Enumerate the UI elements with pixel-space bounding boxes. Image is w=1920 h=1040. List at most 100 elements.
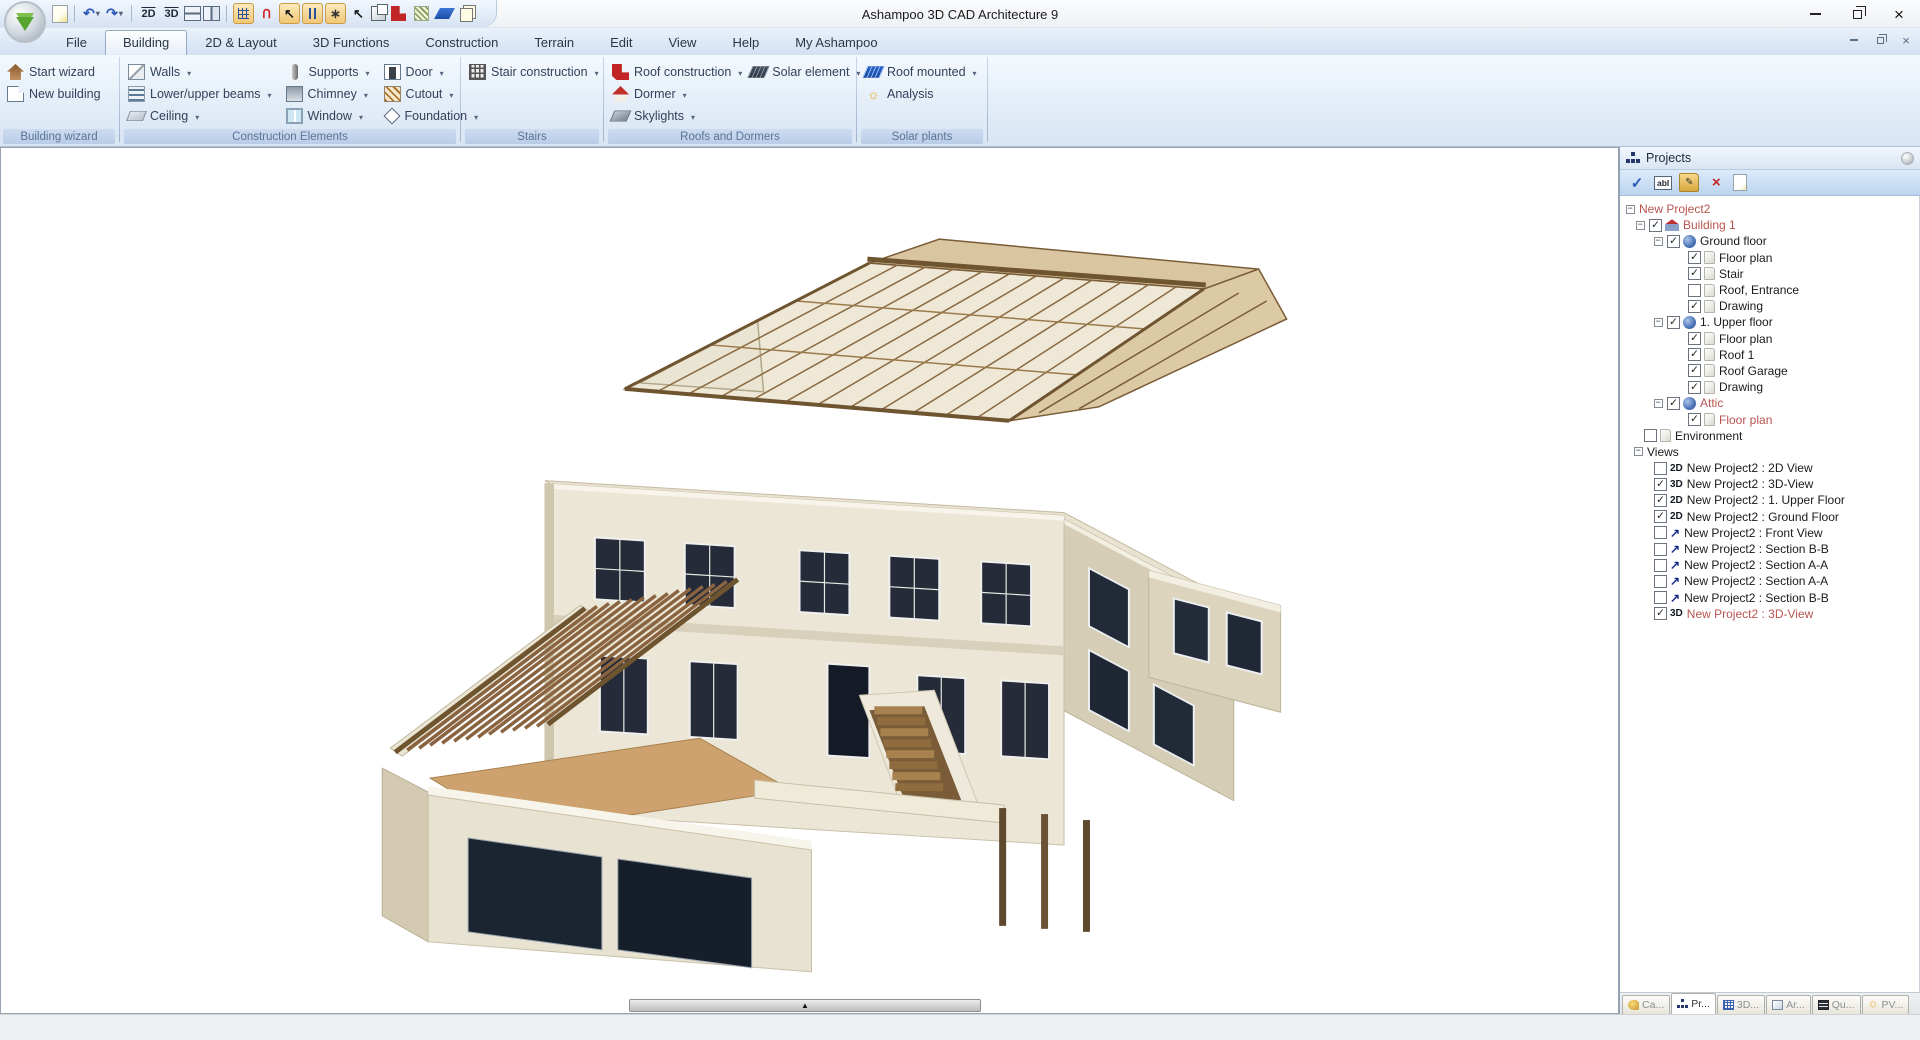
close-button[interactable]: ×	[1878, 0, 1920, 28]
hatch-icon[interactable]	[411, 3, 432, 24]
transfer-window-icon[interactable]	[371, 6, 386, 21]
guide-lines-icon[interactable]	[302, 3, 323, 24]
ceiling-button[interactable]: Ceiling	[125, 105, 275, 127]
tree-checkbox[interactable]	[1688, 364, 1701, 377]
chimney-button[interactable]: Chimney	[283, 83, 373, 105]
tab-file[interactable]: File	[48, 30, 105, 55]
tree-checkbox[interactable]	[1688, 251, 1701, 264]
3d-view-icon[interactable]: 3D	[161, 3, 182, 24]
tree-checkbox[interactable]	[1654, 462, 1667, 475]
application-menu-button[interactable]	[4, 1, 46, 43]
rename-icon[interactable]: abl	[1654, 176, 1672, 190]
window-button[interactable]: Window	[283, 105, 373, 127]
tree-checkbox[interactable]	[1654, 575, 1667, 588]
skylights-button[interactable]: Skylights	[609, 105, 745, 127]
tree-expander-icon[interactable]	[1654, 318, 1663, 327]
snap-points-icon[interactable]: ∗	[325, 3, 346, 24]
tab-help[interactable]: Help	[714, 30, 777, 55]
redo-icon[interactable]: ↷	[104, 3, 125, 24]
roof-blue-icon[interactable]	[434, 3, 455, 24]
confirm-icon[interactable]: ✓	[1627, 173, 1647, 192]
toolbar-separator[interactable]	[226, 5, 227, 22]
tree-expander-icon[interactable]	[1636, 221, 1645, 230]
tree-item[interactable]: Roof Garage	[1688, 363, 1919, 379]
edit-project-icon[interactable]: ✎	[1679, 173, 1699, 192]
child-minimize-button[interactable]	[1846, 33, 1862, 47]
tree-item[interactable]: Environment	[1644, 428, 1919, 444]
tab-my-ashampoo[interactable]: My Ashampoo	[777, 30, 895, 55]
panel-tab-catalog[interactable]: Ca...	[1622, 995, 1670, 1014]
restore-button[interactable]	[1836, 0, 1878, 28]
tree-item[interactable]: ↗ New Project2 : Section B-B	[1654, 590, 1919, 606]
panel-tab-3d[interactable]: 3D...	[1717, 995, 1765, 1014]
start-wizard-button[interactable]: Start wizard	[4, 61, 114, 83]
stair-construction-button[interactable]: Stair construction	[466, 61, 602, 83]
tree-checkbox[interactable]	[1688, 267, 1701, 280]
tree-checkbox[interactable]	[1688, 413, 1701, 426]
child-close-button[interactable]: ×	[1898, 33, 1914, 47]
tree-checkbox[interactable]	[1667, 235, 1680, 248]
new-building-button[interactable]: New building	[4, 83, 114, 105]
tree-item[interactable]: Attic	[1654, 395, 1919, 411]
delete-icon[interactable]: ×	[1706, 173, 1726, 192]
roof-mounted-button[interactable]: Roof mounted	[862, 61, 982, 83]
tree-item[interactable]: Ground floor	[1654, 233, 1919, 249]
walls-button[interactable]: Walls	[125, 61, 275, 83]
split-horizontal-icon[interactable]	[184, 6, 201, 21]
tab-edit[interactable]: Edit	[592, 30, 650, 55]
panel-tab-pv[interactable]: PV...	[1862, 995, 1910, 1014]
tree-checkbox[interactable]	[1688, 332, 1701, 345]
roof-tool-icon[interactable]	[388, 3, 409, 24]
cursor-icon[interactable]: ↖	[348, 3, 369, 24]
tree-item[interactable]: ↗ New Project2 : Section B-B	[1654, 541, 1919, 557]
tree-expander-icon[interactable]	[1626, 205, 1635, 214]
tree-expander-icon[interactable]	[1634, 447, 1643, 456]
tree-item[interactable]: Drawing	[1688, 379, 1919, 395]
tree-item[interactable]: Stair	[1688, 266, 1919, 282]
tree-checkbox[interactable]	[1667, 397, 1680, 410]
tree-checkbox[interactable]	[1654, 591, 1667, 604]
tree-expander-icon[interactable]	[1654, 237, 1663, 246]
toolbar-separator[interactable]	[74, 5, 75, 22]
snap-magnet-icon[interactable]: ⊃	[256, 3, 277, 24]
lower-upper-beams-button[interactable]: Lower/upper beams	[125, 83, 275, 105]
tree-item[interactable]: 3D New Project2 : 3D-View	[1654, 606, 1919, 622]
2d-view-icon[interactable]: 2D	[138, 3, 159, 24]
tree-item[interactable]: Floor plan	[1688, 250, 1919, 266]
tree-checkbox[interactable]	[1688, 284, 1701, 297]
tree-checkbox[interactable]	[1688, 381, 1701, 394]
tree-checkbox[interactable]	[1654, 478, 1667, 491]
tree-checkbox[interactable]	[1654, 559, 1667, 572]
tree-item[interactable]: 2D New Project2 : 2D View	[1654, 460, 1919, 476]
tree-item[interactable]: 2D New Project2 : 1. Upper Floor	[1654, 492, 1919, 508]
tab-view[interactable]: View	[651, 30, 715, 55]
tree-checkbox[interactable]	[1654, 543, 1667, 556]
tree-item[interactable]: Roof, Entrance	[1688, 282, 1919, 298]
analysis-button[interactable]: Analysis	[862, 83, 982, 105]
tree-checkbox[interactable]	[1667, 316, 1680, 329]
3d-viewport[interactable]: ▲	[0, 147, 1619, 1014]
panel-tab-projects[interactable]: Pr...	[1671, 993, 1716, 1014]
tree-item[interactable]: Roof 1	[1688, 347, 1919, 363]
tree-item[interactable]: Drawing	[1688, 298, 1919, 314]
tree-item[interactable]: 3D New Project2 : 3D-View	[1654, 476, 1919, 492]
tree-item[interactable]: 2D New Project2 : Ground Floor	[1654, 509, 1919, 525]
panel-tab-quantities[interactable]: Qu...	[1812, 995, 1861, 1014]
viewport-collapse-handle[interactable]: ▲	[629, 999, 981, 1012]
tree-item[interactable]: 1. Upper floor	[1654, 314, 1919, 330]
panel-tab-areas[interactable]: Ar...	[1766, 995, 1811, 1014]
tree-checkbox[interactable]	[1654, 494, 1667, 507]
minimize-button[interactable]	[1794, 0, 1836, 28]
tree-item[interactable]: Building 1	[1636, 217, 1919, 233]
tab-2d-layout[interactable]: 2D & Layout	[187, 30, 295, 55]
tree-expander-icon[interactable]	[1654, 399, 1663, 408]
tab-3d-functions[interactable]: 3D Functions	[295, 30, 408, 55]
layers-icon[interactable]	[457, 3, 478, 24]
tree-checkbox[interactable]	[1654, 607, 1667, 620]
select-elements-icon[interactable]: ↖	[279, 3, 300, 24]
tree-item[interactable]: ↗ New Project2 : Section A-A	[1654, 557, 1919, 573]
tree-checkbox[interactable]	[1644, 429, 1657, 442]
tree-checkbox[interactable]	[1688, 348, 1701, 361]
undo-icon[interactable]: ↶	[81, 3, 102, 24]
tree-checkbox[interactable]	[1654, 526, 1667, 539]
